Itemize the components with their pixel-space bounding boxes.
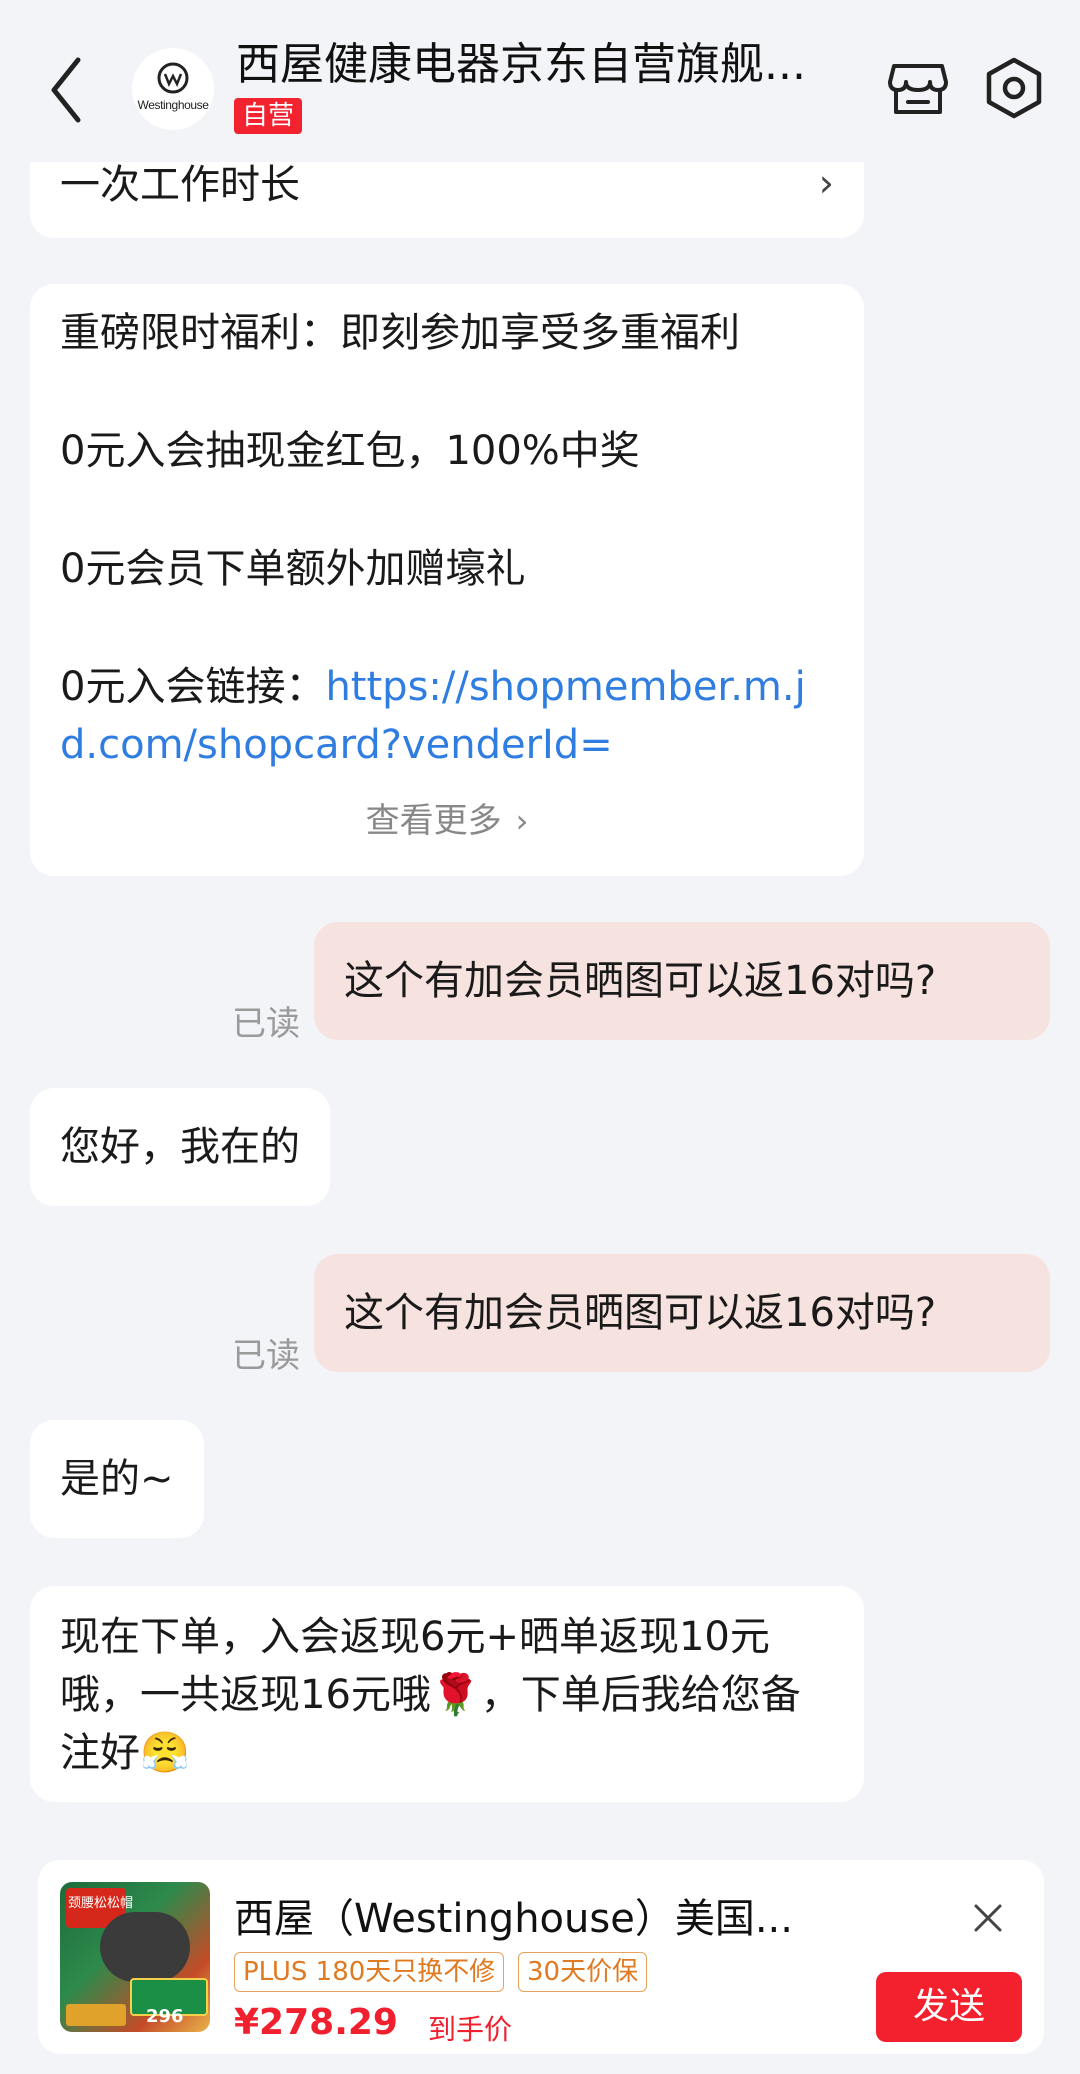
message-text: 这个有加会员晒图可以返16对吗? xyxy=(344,958,937,1004)
store-avatar[interactable]: Westinghouse xyxy=(132,48,214,130)
chevron-right-icon: › xyxy=(515,802,529,840)
promo-line: 0元入会抽现金红包，100%中奖 xyxy=(60,428,640,474)
product-image-decor xyxy=(66,2004,126,2026)
partial-card-text: 一次工作时长 xyxy=(60,162,300,208)
product-image-label: 颈腰松松帽 xyxy=(68,1896,134,1911)
sent-message[interactable]: 这个有加会员晒图可以返16对吗? xyxy=(314,1254,1050,1372)
price-note: 到手价 xyxy=(428,2013,513,2046)
westinghouse-logo-icon xyxy=(157,62,189,94)
product-price: ¥278.29 xyxy=(234,2002,398,2043)
price-protect-tag: 30天价保 xyxy=(518,1952,648,1992)
received-message[interactable]: 现在下单，入会返现6元+晒单返现10元哦，一共返现16元哦🌹，下单后我给您备注好… xyxy=(30,1586,864,1802)
self-operated-badge: 自营 xyxy=(234,98,303,134)
promo-link-label: 0元入会链接： xyxy=(60,664,326,710)
settings-icon[interactable] xyxy=(984,56,1044,120)
promo-link-row: 0元入会链接：https://shopmember.m.jd.com/shopc… xyxy=(60,658,834,774)
message-text: 这个有加会员晒图可以返16对吗? xyxy=(344,1290,937,1336)
product-image-price: 296 xyxy=(146,2006,184,2027)
promo-line: 0元会员下单额外加赠壕礼 xyxy=(60,546,526,592)
close-icon[interactable] xyxy=(972,1902,1004,1934)
view-more-button[interactable]: 查看更多 › xyxy=(30,792,864,850)
logo-text: Westinghouse xyxy=(137,98,209,112)
message-text: 是的~ xyxy=(60,1456,174,1502)
view-more-label: 查看更多 xyxy=(365,801,502,841)
received-message[interactable]: 是的~ xyxy=(30,1420,204,1538)
product-image-decor xyxy=(100,1912,190,1982)
back-icon[interactable] xyxy=(46,50,86,130)
read-status: 已读 xyxy=(232,1336,300,1376)
product-card[interactable]: 颈腰松松帽 296 西屋（Westinghouse）美国... PLUS 180… xyxy=(38,1860,1044,2054)
store-icon[interactable] xyxy=(886,56,950,120)
chevron-right-icon[interactable]: › xyxy=(819,154,834,212)
sent-message[interactable]: 这个有加会员晒图可以返16对吗? xyxy=(314,922,1050,1040)
received-message[interactable]: 您好，我在的 xyxy=(30,1088,330,1206)
message-text: 您好，我在的 xyxy=(60,1124,300,1170)
message-text: 现在下单，入会返现6元+晒单返现10元哦，一共返现16元哦🌹，下单后我给您备注好… xyxy=(60,1614,801,1776)
promo-message-card: 重磅限时福利：即刻参加享受多重福利 0元入会抽现金红包，100%中奖 0元会员下… xyxy=(30,284,864,876)
store-title[interactable]: 西屋健康电器京东自营旗舰... xyxy=(236,28,856,92)
plus-service-tag: PLUS 180天只换不修 xyxy=(234,1952,505,1992)
chat-header: Westinghouse 西屋健康电器京东自营旗舰... 自营 xyxy=(0,0,1080,162)
send-button[interactable]: 发送 xyxy=(876,1972,1022,2042)
product-name[interactable]: 西屋（Westinghouse）美国... xyxy=(234,1886,794,1944)
read-status: 已读 xyxy=(232,1004,300,1044)
product-image[interactable]: 颈腰松松帽 296 xyxy=(60,1882,210,2032)
promo-line: 重磅限时福利：即刻参加享受多重福利 xyxy=(60,310,740,356)
